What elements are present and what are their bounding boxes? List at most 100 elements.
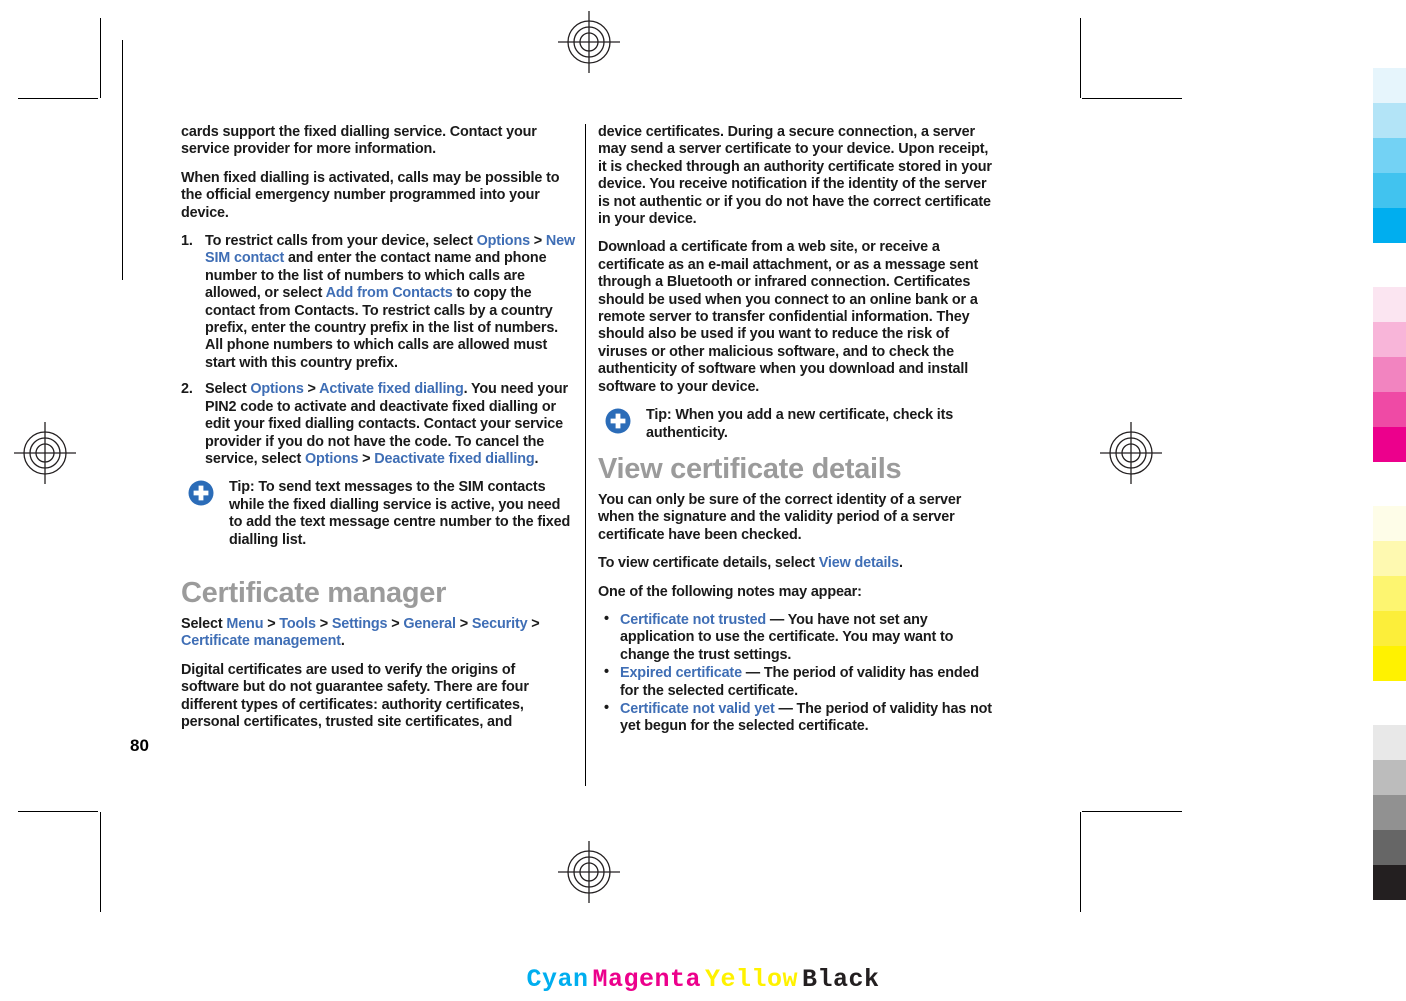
cyan-strip-swatch-4 xyxy=(1373,173,1406,208)
tip-text: Tip: When you add a new certificate, che… xyxy=(646,407,993,442)
yellow-strip-swatch-2 xyxy=(1373,541,1406,576)
page-number: 80 xyxy=(130,736,149,755)
ui-reference-link: Tools xyxy=(279,615,316,632)
paragraph-fixed-dialling-intro: cards support the fixed dialling service… xyxy=(181,124,537,158)
bullet-dot-icon: • xyxy=(604,699,609,716)
ui-reference-link: View details xyxy=(818,555,900,572)
ui-reference-link: Expired certificate xyxy=(620,665,742,682)
black-strip xyxy=(1373,725,1406,900)
tip-label: Tip: xyxy=(646,407,672,424)
crop-mark-bottom-left-vertical xyxy=(100,812,101,912)
tip-body-text: To send text messages to the SIM contact… xyxy=(229,479,571,548)
magenta-strip-swatch-2 xyxy=(1373,322,1406,357)
crop-mark-top-right-horizontal xyxy=(1082,98,1182,99)
registration-target-bottom xyxy=(556,839,622,905)
tip-callout-fixed-dialling: Tip: To send text messages to the SIM co… xyxy=(181,479,576,549)
bullet-text: Certificate not valid yet — The period o… xyxy=(620,700,992,735)
black-strip-swatch-1 xyxy=(1373,725,1406,760)
ui-reference-link: Deactivate fixed dialling xyxy=(374,450,535,467)
page-title-certificate-manager: Certificate manager xyxy=(181,576,447,609)
tip-label: Tip: xyxy=(229,479,255,496)
list-item: • Certificate not valid yet — The period… xyxy=(598,699,993,736)
tip-body-text: When you add a new certificate, check it… xyxy=(646,407,954,441)
bullet-dot-icon: • xyxy=(604,664,609,681)
cyan-strip-swatch-2 xyxy=(1373,103,1406,138)
menu-path-certificate-management: Select Menu > Tools > Settings > General… xyxy=(181,615,540,650)
ui-reference-link: Options xyxy=(305,450,359,467)
section-title-view-certificate-details: View certificate details xyxy=(598,452,902,485)
label-yellow: Yellow xyxy=(705,965,799,994)
magenta-strip-swatch-3 xyxy=(1373,357,1406,392)
left-text-column: cards support the fixed dialling service… xyxy=(181,124,576,742)
certificate-notes-list: • Certificate not trusted — You have not… xyxy=(598,610,993,736)
list-item: 2. Select Options > Activate fixed diall… xyxy=(181,381,576,468)
magenta-strip xyxy=(1373,287,1406,462)
tip-callout-authenticity: Tip: When you add a new certificate, che… xyxy=(598,407,993,442)
paragraph-download-certificate: Download a certificate from a web site, … xyxy=(598,239,979,395)
ui-reference-link: Certificate not valid yet xyxy=(620,700,775,717)
crop-mark-top-right-vertical xyxy=(1080,18,1081,98)
yellow-strip-swatch-3 xyxy=(1373,576,1406,611)
magenta-strip-swatch-4 xyxy=(1373,392,1406,427)
ui-reference-link: Options xyxy=(250,381,304,398)
ui-reference-link: Options xyxy=(476,233,530,250)
bullet-text: Expired certificate — The period of vali… xyxy=(620,665,979,699)
paragraph-view-details: To view certificate details, select View… xyxy=(598,555,903,572)
registration-target-right xyxy=(1098,420,1164,486)
bullet-text: Certificate not trusted — You have not s… xyxy=(620,611,954,663)
cyan-strip-swatch-3 xyxy=(1373,138,1406,173)
label-cyan: Cyan xyxy=(526,965,589,994)
crop-mark-top-left-horizontal xyxy=(18,98,98,99)
black-strip-swatch-4 xyxy=(1373,830,1406,865)
registration-target-left xyxy=(12,420,78,486)
paragraph-notes-intro: One of the following notes may appear: xyxy=(598,583,862,600)
cyan-strip-swatch-1 xyxy=(1373,68,1406,103)
printed-page-sheet: 80 cards support the fixed dialling serv… xyxy=(0,0,1406,1001)
page-content-area: cards support the fixed dialling service… xyxy=(181,124,1009,786)
step-text: Select Options > Activate fixed dialling… xyxy=(205,381,568,467)
colour-separation-labels: Cyan Magenta Yellow Black xyxy=(0,965,1406,994)
ui-reference-link: Security xyxy=(471,615,528,632)
black-strip-swatch-3 xyxy=(1373,795,1406,830)
magenta-strip-swatch-5 xyxy=(1373,427,1406,462)
step-number: 2. xyxy=(181,381,193,398)
paragraph-device-certificates: device certificates. During a secure con… xyxy=(598,124,992,228)
yellow-strip-swatch-5 xyxy=(1373,646,1406,681)
tip-text: Tip: To send text messages to the SIM co… xyxy=(229,479,576,549)
tip-plus-icon xyxy=(605,408,631,434)
ui-reference-link: Activate fixed dialling xyxy=(319,381,464,398)
crop-mark-bottom-right-horizontal xyxy=(1082,811,1182,812)
crop-mark-bottom-left-horizontal xyxy=(18,811,98,812)
paragraph-server-identity: You can only be sure of the correct iden… xyxy=(598,491,962,543)
yellow-strip-swatch-4 xyxy=(1373,611,1406,646)
label-black: Black xyxy=(802,965,880,994)
right-text-column: device certificates. During a secure con… xyxy=(598,124,993,737)
list-item: • Expired certificate — The period of va… xyxy=(598,664,993,700)
crop-mark-bottom-right-vertical xyxy=(1080,812,1081,912)
list-item: • Certificate not trusted — You have not… xyxy=(598,610,993,664)
paragraph-emergency-number: When fixed dialling is activated, calls … xyxy=(181,169,560,221)
tip-plus-icon xyxy=(188,480,214,506)
crop-mark-left-edge-vertical xyxy=(122,40,123,280)
cyan-strip-swatch-5 xyxy=(1373,208,1406,243)
black-strip-swatch-5 xyxy=(1373,865,1406,900)
crop-mark-top-left-vertical xyxy=(100,18,101,98)
ui-reference-link: Add from Contacts xyxy=(325,285,453,302)
ui-reference-link: Settings xyxy=(331,615,388,632)
ui-reference-link: General xyxy=(403,615,456,632)
black-strip-swatch-2 xyxy=(1373,760,1406,795)
label-magenta: Magenta xyxy=(592,965,701,994)
step-number: 1. xyxy=(181,233,193,250)
fixed-dialling-step-list: 1. To restrict calls from your device, s… xyxy=(181,233,576,468)
ui-reference-link: Certificate not trusted xyxy=(620,611,767,628)
cyan-strip xyxy=(1373,68,1406,243)
bullet-dot-icon: • xyxy=(604,610,609,627)
ui-reference-link: Menu xyxy=(226,615,264,632)
ui-reference-link: Certificate management xyxy=(181,633,341,650)
step-text: To restrict calls from your device, sele… xyxy=(205,233,576,371)
yellow-strip xyxy=(1373,506,1406,681)
yellow-strip-swatch-1 xyxy=(1373,506,1406,541)
magenta-strip-swatch-1 xyxy=(1373,287,1406,322)
list-item: 1. To restrict calls from your device, s… xyxy=(181,233,576,372)
paragraph-digital-certificates: Digital certificates are used to verify … xyxy=(181,661,529,730)
